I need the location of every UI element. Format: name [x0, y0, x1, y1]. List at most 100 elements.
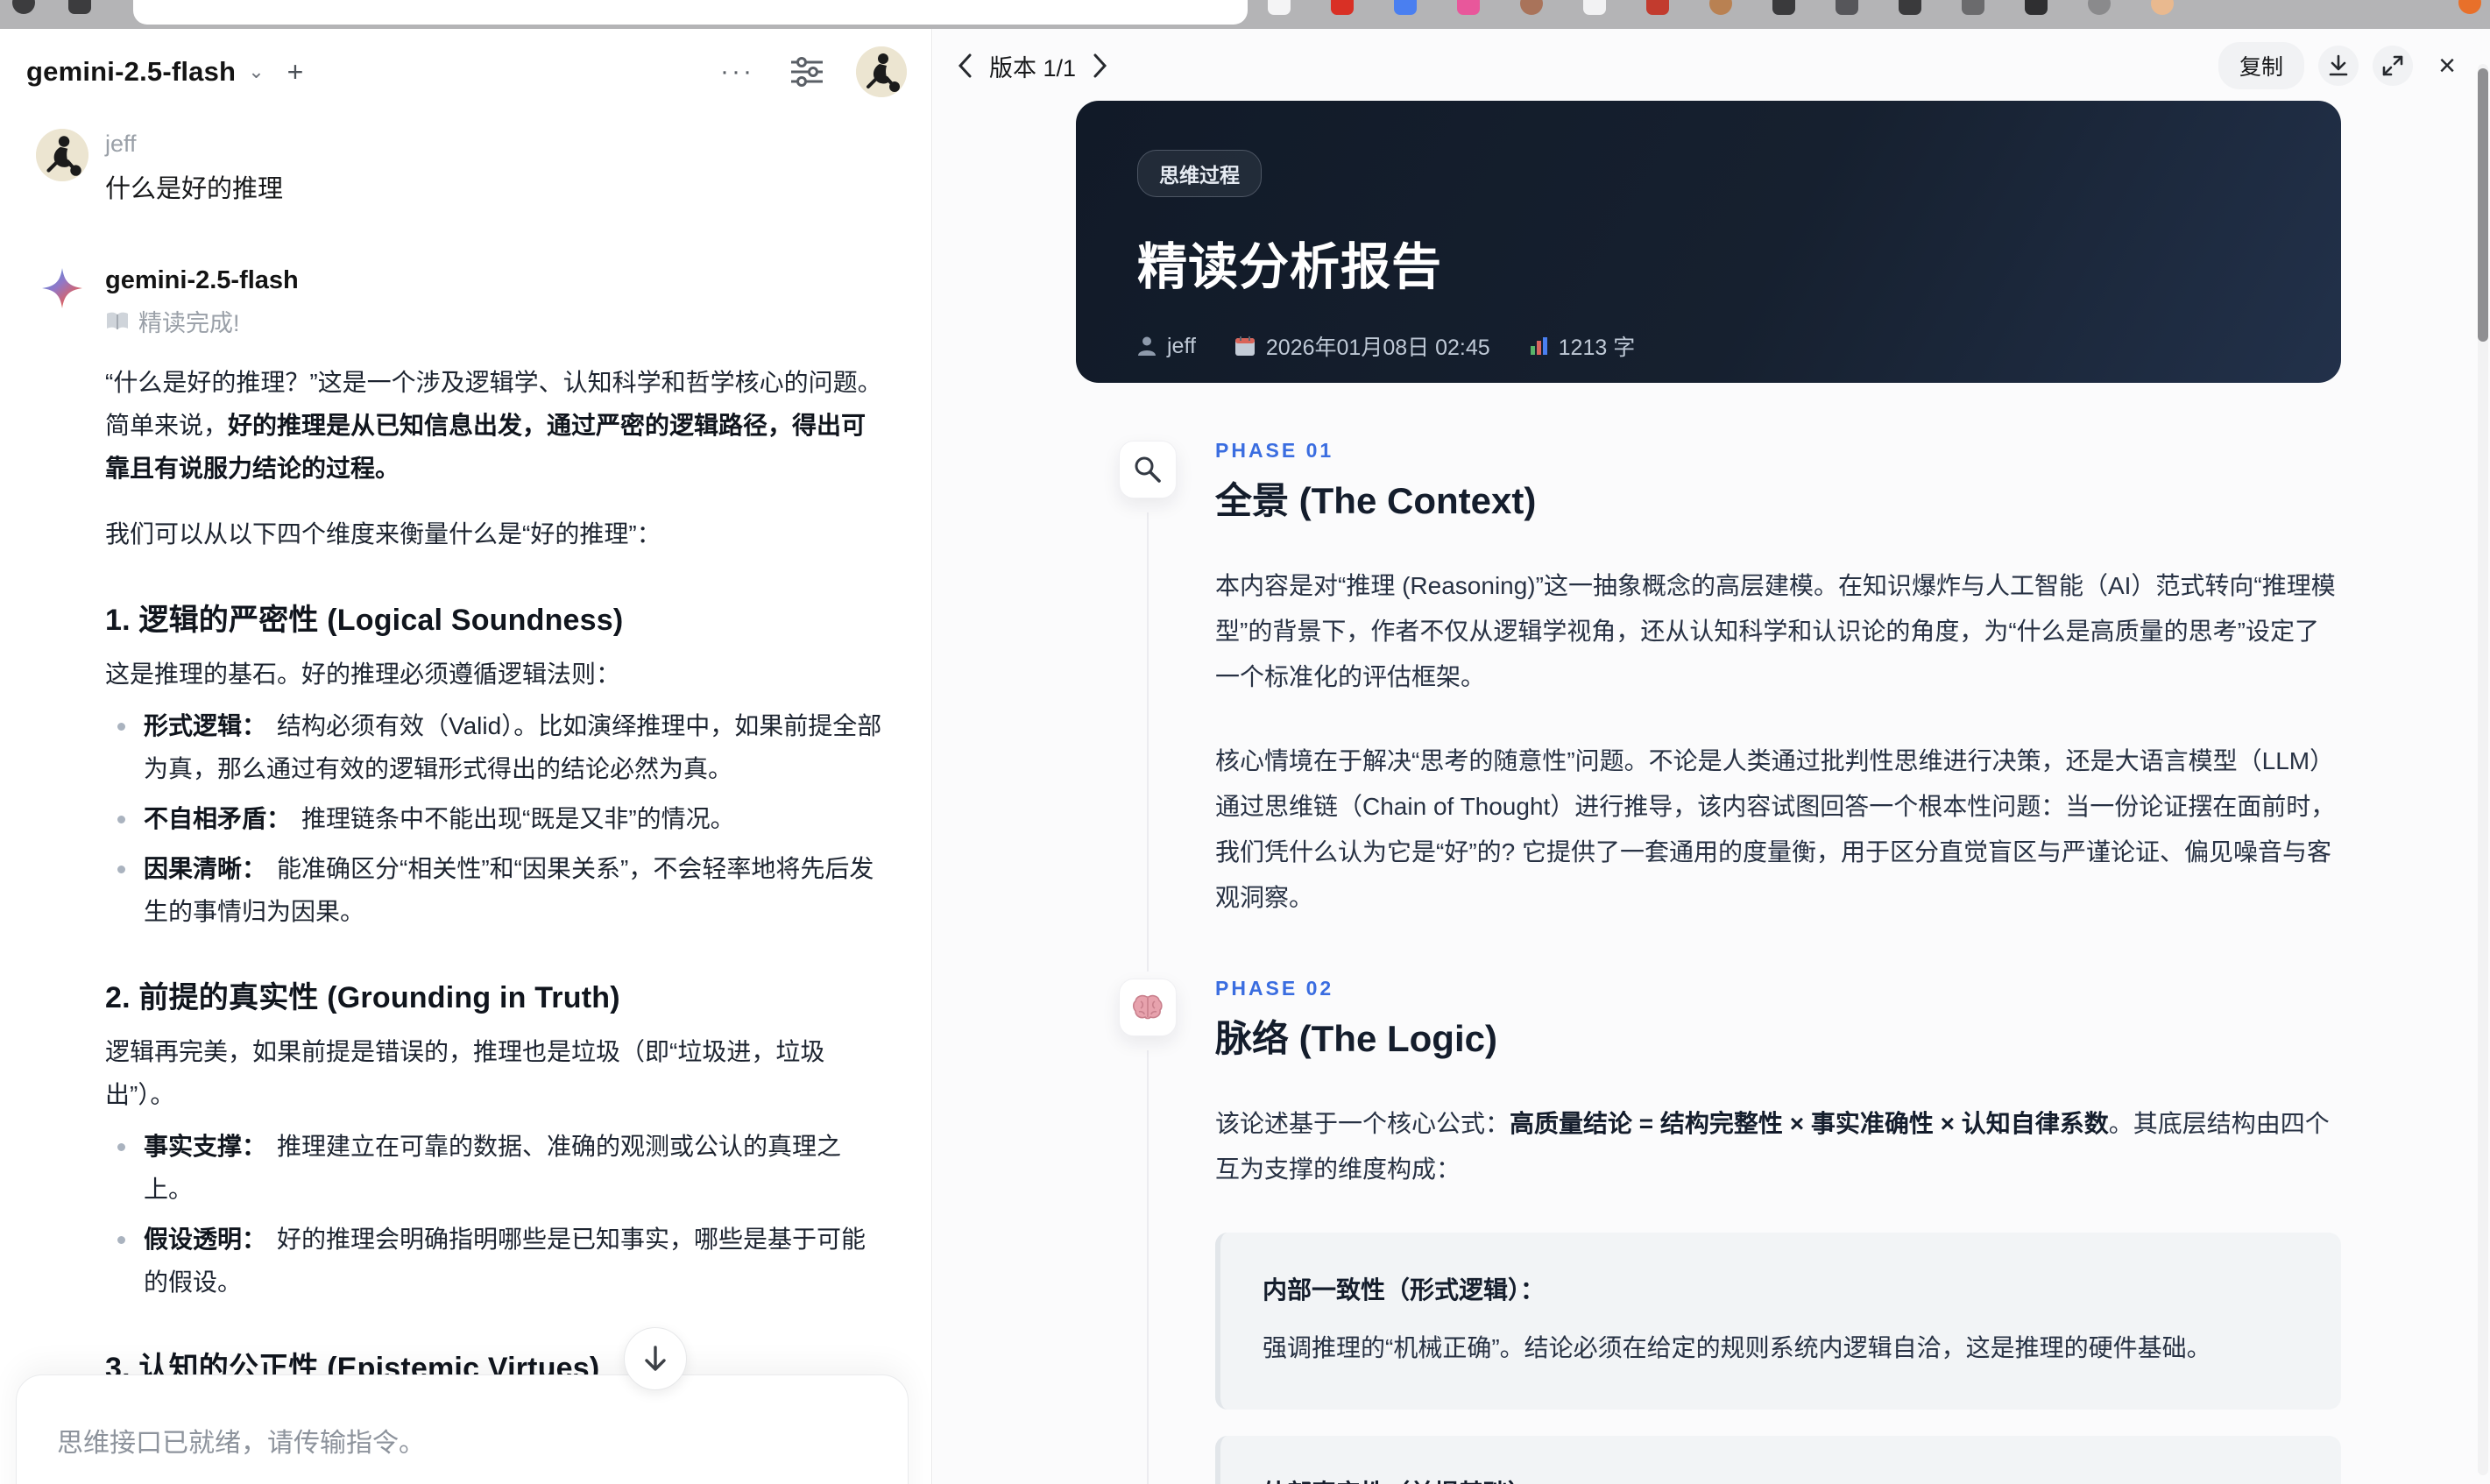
- card-body: 强调推理的“机械正确”。结论必须在给定的规则系统内逻辑自洽，这是推理的硬件基础。: [1263, 1334, 2211, 1361]
- extension-icon[interactable]: [2088, 0, 2111, 15]
- user-avatar[interactable]: [856, 46, 907, 97]
- assistant-status: 精读完成!: [105, 304, 888, 338]
- phase2-icon-card: [1119, 979, 1177, 1036]
- browser-apps-icon[interactable]: [68, 0, 91, 14]
- list-item: 因果清晰： 能准确区分“相关性”和“因果关系”，不会轻率地将先后发生的事情归为因果…: [105, 847, 888, 933]
- phase1-paragraph-1: 本内容是对“推理 (Reasoning)”这一抽象概念的高层建模。在知识爆炸与人…: [1215, 572, 2336, 690]
- gemini-logo-icon: [42, 268, 82, 1484]
- list-item: 形式逻辑： 结构必须有效（Valid）。比如演绎推理中，如果前提全部为真，那么通过…: [105, 704, 888, 790]
- list-item: 事实支撑： 推理建立在可靠的数据、准确的观测或公认的真理之上。: [105, 1125, 888, 1211]
- phase1-icon-card: [1119, 441, 1177, 498]
- report-panel: 版本 1/1 复制 × 思维过程 精读分析报告 jeff 2026年01月08日…: [933, 29, 2490, 1484]
- card-title: 内部一致性（形式逻辑）：: [1263, 1276, 1546, 1304]
- close-icon: ×: [2438, 49, 2456, 82]
- extension-icon[interactable]: [1646, 0, 1669, 15]
- model-caret-icon[interactable]: ⌄: [248, 60, 264, 83]
- browser-chrome-strip: [0, 0, 2490, 29]
- more-options-button[interactable]: ···: [720, 57, 754, 87]
- timeline-connector: [1147, 1050, 1149, 1484]
- scroll-to-bottom-button[interactable]: [624, 1327, 687, 1390]
- bullet-list: 形式逻辑： 结构必须有效（Valid）。比如演绎推理中，如果前提全部为真，那么通过…: [105, 704, 888, 933]
- download-button[interactable]: [2318, 46, 2359, 86]
- version-navigator: 版本 1/1: [956, 49, 1109, 83]
- calendar-icon: [1234, 336, 1255, 356]
- list-item: 假设透明： 好的推理会明确指明哪些是已知事实，哪些是基于可能的假设。: [105, 1218, 888, 1304]
- new-chat-button[interactable]: +: [287, 56, 304, 88]
- report-toolbar: 版本 1/1 复制 ×: [933, 29, 2490, 89]
- extension-icon[interactable]: [1836, 0, 1858, 15]
- extension-icon[interactable]: [1583, 0, 1606, 15]
- extension-icon[interactable]: [1899, 0, 1921, 15]
- assistant-name: gemini-2.5-flash: [105, 266, 299, 294]
- extension-icon[interactable]: [1962, 0, 1984, 15]
- extension-icon[interactable]: [2025, 0, 2048, 15]
- download-icon: [2329, 54, 2348, 76]
- close-panel-button[interactable]: ×: [2427, 46, 2467, 86]
- extension-icon[interactable]: [1709, 0, 1732, 15]
- phase2-lead: 该论述基于一个核心公式：高质量结论 = 结构完整性 × 事实准确性 × 认知自律…: [1215, 1110, 2330, 1183]
- chat-panel: gemini-2.5-flash ⌄ + ··· jeff 什么是好的推理 ge…: [0, 29, 932, 1484]
- phase-section-1: PHASE 01 全景 (The Context) 本内容是对“推理 (Reas…: [1119, 439, 2341, 972]
- meta-author: jeff: [1137, 334, 1196, 359]
- user-avatar: [36, 129, 88, 181]
- report-hero-card: 思维过程 精读分析报告 jeff 2026年01月08日 02:45 1213 …: [1076, 101, 2341, 383]
- report-badge: 思维过程: [1137, 150, 1262, 197]
- composer-placeholder: 思维接口已就绪，请传输指令。: [57, 1429, 425, 1458]
- extension-icon[interactable]: [1520, 0, 1543, 15]
- section-lead: 逻辑再完美，如果前提是错误的，推理也是垃圾（即“垃圾进，垃圾出”）。: [105, 1038, 825, 1108]
- extension-icon[interactable]: [1772, 0, 1795, 15]
- extension-icon[interactable]: [1457, 0, 1480, 15]
- user-name: jeff: [105, 131, 137, 157]
- phase-section-2: PHASE 02 脉络 (The Logic) 该论述基于一个核心公式：高质量结…: [1119, 977, 2341, 1484]
- phase-title: 脉络 (The Logic): [1215, 1018, 1497, 1059]
- section-lead: 这是推理的基石。好的推理必须遵循逻辑法则：: [105, 661, 621, 688]
- brain-icon: [1132, 994, 1163, 1020]
- browser-url-bar[interactable]: [133, 0, 1248, 25]
- scrollbar-thumb[interactable]: [2478, 68, 2488, 342]
- copy-button[interactable]: 复制: [2218, 42, 2304, 89]
- expand-icon: [2382, 55, 2403, 76]
- card-title: 外部真实性（前提基础）：: [1263, 1474, 2299, 1484]
- bullet-list: 事实支撑： 推理建立在可靠的数据、准确的观测或公认的真理之上。 假设透明： 好的推理…: [105, 1125, 888, 1304]
- settings-sliders-icon[interactable]: [789, 56, 824, 88]
- person-icon: [1138, 336, 1156, 356]
- version-label: 版本 1/1: [989, 54, 1077, 81]
- user-message: jeff 什么是好的推理: [35, 129, 888, 205]
- screen: gemini-2.5-flash ⌄ + ··· jeff 什么是好的推理 ge…: [0, 0, 2490, 1484]
- phase-title: 全景 (The Context): [1215, 480, 1537, 521]
- profile-avatar-icon[interactable]: [2151, 0, 2174, 15]
- meta-word-count: 1213 字: [1529, 330, 1635, 362]
- model-title[interactable]: gemini-2.5-flash: [26, 56, 236, 88]
- report-actions: 复制 ×: [2218, 42, 2467, 89]
- section-heading: 1. 逻辑的严密性 (Logical Soundness): [105, 604, 624, 637]
- phase-label: PHASE 02: [1215, 977, 1334, 1000]
- browser-menu-icon[interactable]: [2458, 0, 2481, 14]
- dimensions-lead: 我们可以从以下四个维度来衡量什么是“好的推理”：: [105, 520, 661, 548]
- magnifier-icon: [1135, 456, 1161, 483]
- chat-scroll-area[interactable]: jeff 什么是好的推理 gemini-2.5-flash 精读完成! “什么是…: [0, 106, 931, 1484]
- arrow-down-icon: [645, 1346, 666, 1371]
- chat-header: gemini-2.5-flash ⌄ + ···: [0, 29, 931, 106]
- dimension-card-1: 内部一致性（形式逻辑）： 强调推理的“机械正确”。结论必须在给定的规则系统内逻辑…: [1215, 1233, 2341, 1410]
- book-icon: [105, 311, 130, 332]
- timeline-connector: [1147, 512, 1149, 972]
- phase-label: PHASE 01: [1215, 439, 1334, 462]
- user-message-text: 什么是好的推理: [105, 175, 284, 203]
- assistant-markdown: “什么是好的推理？”这是一个涉及逻辑学、认知科学和哲学核心的问题。简单来说，好的…: [105, 361, 888, 1484]
- dimension-card-2: 外部真实性（前提基础）： 强调推理的“经验校准”。解决“GIGO（垃圾进，垃圾出…: [1215, 1436, 2341, 1484]
- extension-icon[interactable]: [1268, 0, 1291, 15]
- phase1-paragraph-2: 核心情境在于解决“思考的随意性”问题。不论是人类通过批判性思维进行决策，还是大语…: [1215, 747, 2336, 911]
- report-scroll-area[interactable]: 思维过程 精读分析报告 jeff 2026年01月08日 02:45 1213 …: [933, 87, 2490, 1484]
- composer[interactable]: 思维接口已就绪，请传输指令。 +: [16, 1374, 909, 1484]
- extension-icon[interactable]: [1394, 0, 1417, 15]
- prev-version-button[interactable]: [956, 53, 973, 79]
- meta-date: 2026年01月08日 02:45: [1234, 330, 1490, 362]
- browser-back-icon[interactable]: [12, 0, 35, 14]
- next-version-button[interactable]: [1092, 53, 1109, 79]
- bar-chart-icon: [1530, 337, 1547, 355]
- intro-paragraph: “什么是好的推理？”这是一个涉及逻辑学、认知科学和哲学核心的问题。简单来说，好的…: [105, 369, 882, 482]
- expand-button[interactable]: [2373, 46, 2413, 86]
- section-heading: 2. 前提的真实性 (Grounding in Truth): [105, 981, 620, 1014]
- browser-extension-row: [1268, 0, 2174, 15]
- extension-icon[interactable]: [1331, 0, 1354, 15]
